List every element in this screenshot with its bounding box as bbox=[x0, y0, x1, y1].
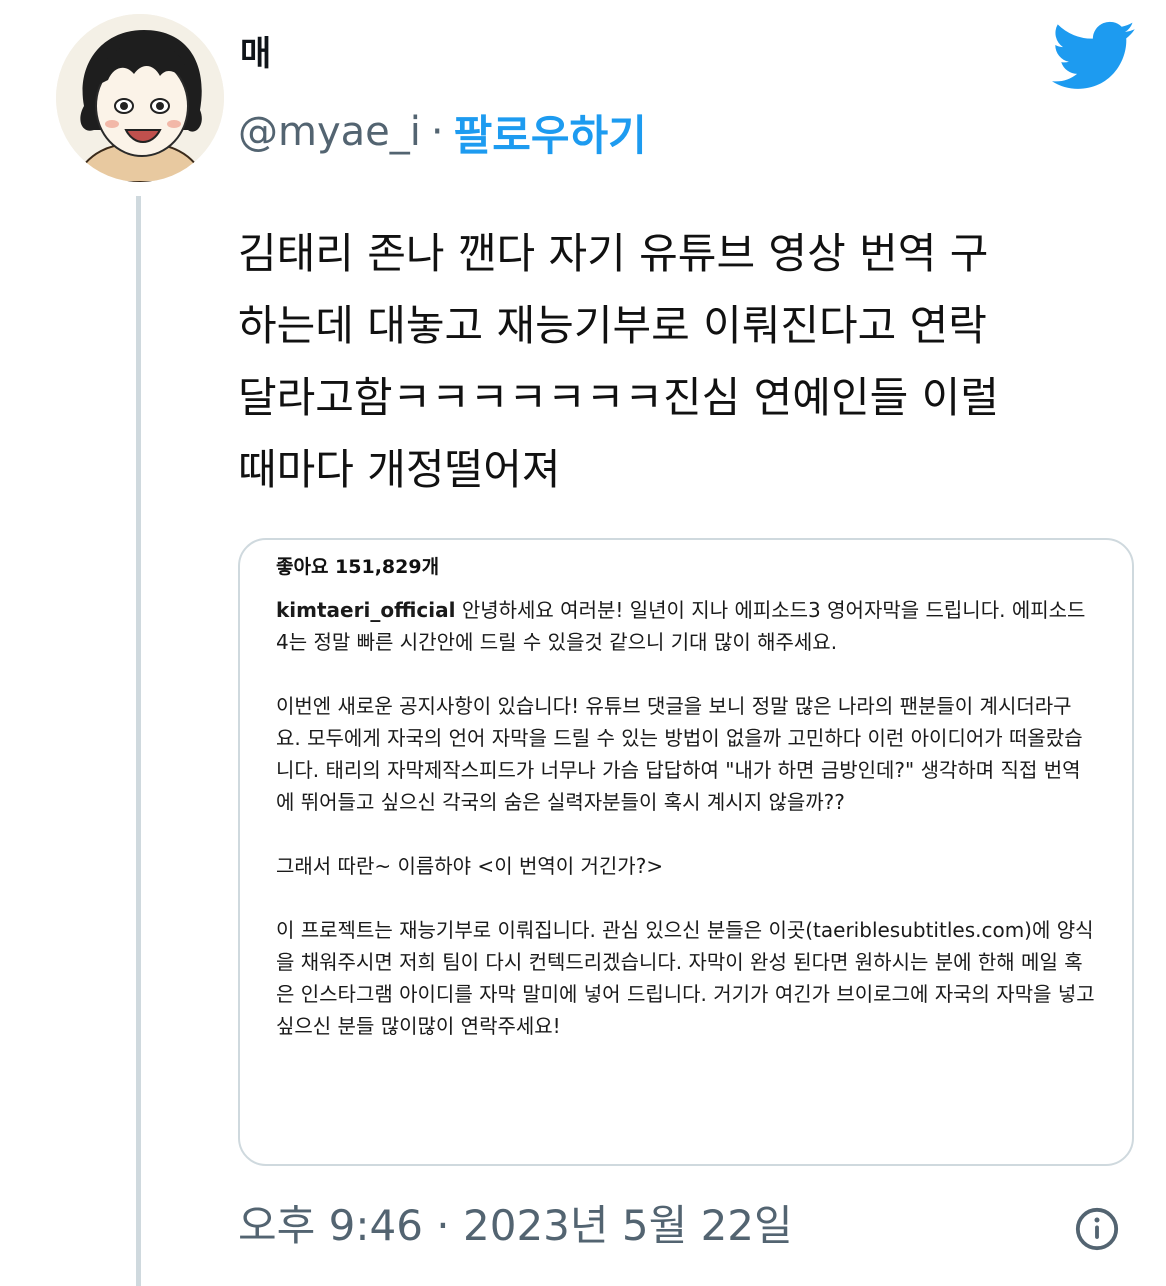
tweet-text: 김태리 존나 깬다 자기 유튜브 영상 번역 구 하는데 대놓고 재능기부로 이… bbox=[238, 218, 1138, 506]
follow-button[interactable]: 팔로우하기 bbox=[454, 102, 647, 163]
post-username: kimtaeri_official bbox=[276, 598, 456, 622]
embedded-post-image[interactable]: 좋아요 151,829개 kimtaeri_official 안녕하세요 여러분… bbox=[238, 538, 1134, 1166]
caption-paragraph: 그래서 따란~ 이름하야 <이 번역이 거긴가?> bbox=[276, 854, 664, 878]
avatar[interactable] bbox=[56, 14, 224, 182]
tweet-line: 때마다 개정떨어져 bbox=[238, 445, 561, 494]
separator-dot: · bbox=[430, 109, 444, 155]
thread-line bbox=[136, 196, 141, 1286]
author-handle[interactable]: @myae_i bbox=[238, 109, 421, 155]
post-caption: kimtaeri_official 안녕하세요 여러분! 일년이 지나 에피소드… bbox=[276, 594, 1096, 1042]
avatar-illustration bbox=[56, 14, 224, 182]
likes-count: 좋아요 151,829개 bbox=[276, 556, 440, 578]
info-icon[interactable] bbox=[1074, 1206, 1120, 1252]
handle-row: @myae_i · 팔로우하기 bbox=[238, 104, 647, 160]
tweet-line: 하는데 대놓고 재능기부로 이뤄진다고 연락 bbox=[238, 301, 987, 350]
tweet-line: 김태리 존나 깬다 자기 유튜브 영상 번역 구 bbox=[238, 229, 989, 278]
author-name[interactable]: 매 bbox=[240, 34, 271, 74]
caption-paragraph: 이 프로젝트는 재능기부로 이뤄집니다. 관심 있으신 분들은 이곳(taeri… bbox=[276, 918, 1102, 1038]
caption-paragraph: 이번엔 새로운 공지사항이 있습니다! 유튜브 댓글을 보니 정말 많은 나라의… bbox=[276, 694, 1083, 814]
twitter-bird-icon[interactable] bbox=[1052, 20, 1136, 92]
tweet-line: 달라고함ㅋㅋㅋㅋㅋㅋㅋ진심 연예인들 이럴 bbox=[238, 373, 999, 422]
tweet-timestamp[interactable]: 오후 9:46 · 2023년 5월 22일 bbox=[238, 1196, 793, 1256]
